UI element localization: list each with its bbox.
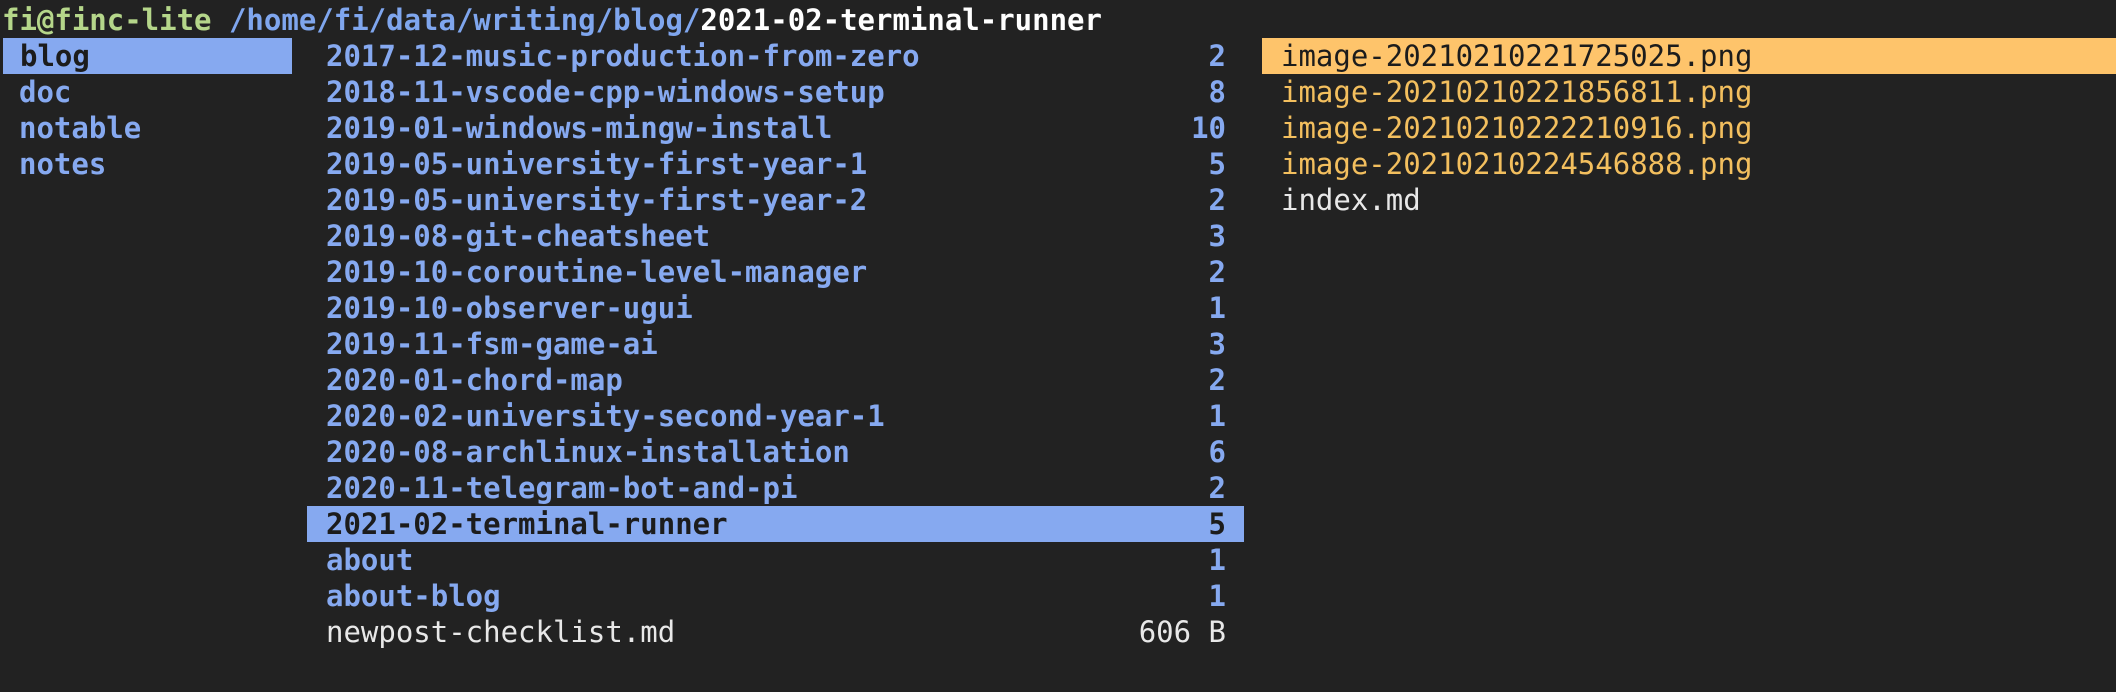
preview-entry[interactable]: image-20210210222210916.png xyxy=(1262,110,2116,146)
current-path: /home/fi/data/writing/blog/ xyxy=(211,3,701,37)
dir-entry[interactable]: 2017-12-music-production-from-zero 2 xyxy=(307,38,1244,74)
dir-entry-count: 1 xyxy=(1208,291,1226,325)
dir-entry-count: 6 xyxy=(1208,435,1226,469)
dir-entry[interactable]: newpost-checklist.md 606 B xyxy=(307,614,1244,650)
parent-dir-item[interactable]: doc xyxy=(0,74,292,110)
dir-entry-name: 2019-10-observer-ugui xyxy=(326,291,693,325)
preview-entry[interactable]: image-20210210221856811.png xyxy=(1262,74,2116,110)
dir-entry[interactable]: 2018-11-vscode-cpp-windows-setup 8 xyxy=(307,74,1244,110)
dir-entry[interactable]: 2019-10-coroutine-level-manager 2 xyxy=(307,254,1244,290)
dir-entry-name: about xyxy=(326,543,414,577)
dir-entry[interactable]: 2020-01-chord-map 2 xyxy=(307,362,1244,398)
dir-entry-count: 2 xyxy=(1208,183,1226,217)
dir-entry[interactable]: 2020-11-telegram-bot-and-pi 2 xyxy=(307,470,1244,506)
dir-entry[interactable]: about 1 xyxy=(307,542,1244,578)
preview-entry-name: image-20210210221856811.png xyxy=(1281,75,1753,109)
dir-entry-name: 2019-11-fsm-game-ai xyxy=(326,327,658,361)
preview-entry-name: image-20210210221725025.png xyxy=(1281,39,1753,73)
dir-entry[interactable]: 2020-08-archlinux-installation 6 xyxy=(307,434,1244,470)
dir-entry-name: 2020-08-archlinux-installation xyxy=(326,435,850,469)
dir-entry-count: 5 xyxy=(1208,507,1226,541)
dir-entry[interactable]: about-blog 1 xyxy=(307,578,1244,614)
dir-entry-count: 1 xyxy=(1208,543,1226,577)
dir-entry[interactable]: 2019-01-windows-mingw-install 10 xyxy=(307,110,1244,146)
preview-pane: image-20210210221725025.png image-2021021… xyxy=(1262,38,2116,218)
dir-entry-count: 3 xyxy=(1208,219,1226,253)
preview-entry-name: image-20210210224546888.png xyxy=(1281,147,1753,181)
dir-entry-count: 8 xyxy=(1208,75,1226,109)
dir-entry-name: 2020-02-university-second-year-1 xyxy=(326,399,885,433)
parent-directory-pane: blog doc notable notes xyxy=(0,38,292,182)
preview-entry[interactable]: image-20210210224546888.png xyxy=(1262,146,2116,182)
dir-entry[interactable]: 2019-10-observer-ugui 1 xyxy=(307,290,1244,326)
dir-entry-name: 2019-05-university-first-year-1 xyxy=(326,147,868,181)
user-host: fi@finc-lite xyxy=(2,3,212,37)
dir-entry-name: 2018-11-vscode-cpp-windows-setup xyxy=(326,75,885,109)
dir-entry-count: 2 xyxy=(1208,39,1226,73)
parent-dir-item-name: notes xyxy=(19,147,107,181)
current-directory-pane: 2017-12-music-production-from-zero 2 2018-… xyxy=(307,38,1244,650)
dir-entry-name: 2019-10-coroutine-level-manager xyxy=(326,255,868,289)
preview-entry[interactable]: image-20210210221725025.png xyxy=(1262,38,2116,74)
dir-entry-name: 2017-12-music-production-from-zero xyxy=(326,39,920,73)
dir-entry-name: 2019-08-git-cheatsheet xyxy=(326,219,711,253)
dir-entry[interactable]: 2019-05-university-first-year-1 5 xyxy=(307,146,1244,182)
dir-entry-count: 3 xyxy=(1208,327,1226,361)
dir-entry-count: 2 xyxy=(1208,255,1226,289)
title-bar: fi@finc-lite /home/fi/data/writing/blog/… xyxy=(2,2,1102,38)
preview-entry-name: image-20210210222210916.png xyxy=(1281,111,1753,145)
dir-entry[interactable]: 2019-05-university-first-year-2 2 xyxy=(307,182,1244,218)
dir-entry-name: newpost-checklist.md xyxy=(326,615,676,649)
dir-entry-name: 2020-01-chord-map xyxy=(326,363,623,397)
dir-entry-count: 5 xyxy=(1208,147,1226,181)
dir-entry[interactable]: 2019-08-git-cheatsheet 3 xyxy=(307,218,1244,254)
parent-dir-item[interactable]: blog xyxy=(3,38,292,74)
parent-dir-item[interactable]: notes xyxy=(0,146,292,182)
preview-entry-name: index.md xyxy=(1281,183,1421,217)
dir-entry-count: 10 xyxy=(1191,111,1226,145)
dir-entry[interactable]: 2020-02-university-second-year-1 1 xyxy=(307,398,1244,434)
dir-entry-name: 2021-02-terminal-runner xyxy=(326,507,728,541)
dir-entry-name: 2019-01-windows-mingw-install xyxy=(326,111,833,145)
dir-entry[interactable]: 2019-11-fsm-game-ai 3 xyxy=(307,326,1244,362)
dir-entry-count: 1 xyxy=(1208,399,1226,433)
current-directory: 2021-02-terminal-runner xyxy=(700,3,1102,37)
dir-entry-count: 1 xyxy=(1208,579,1226,613)
dir-entry-name: 2019-05-university-first-year-2 xyxy=(326,183,868,217)
parent-dir-item[interactable]: notable xyxy=(0,110,292,146)
dir-entry-count: 2 xyxy=(1208,471,1226,505)
dir-entry-count: 606 B xyxy=(1138,615,1226,649)
parent-dir-item-name: blog xyxy=(20,39,90,73)
preview-entry[interactable]: index.md xyxy=(1262,182,2116,218)
parent-dir-item-name: doc xyxy=(19,75,72,109)
parent-dir-item-name: notable xyxy=(19,111,142,145)
dir-entry-name: 2020-11-telegram-bot-and-pi xyxy=(326,471,798,505)
dir-entry[interactable]: 2021-02-terminal-runner 5 xyxy=(307,506,1244,542)
dir-entry-name: about-blog xyxy=(326,579,501,613)
dir-entry-count: 2 xyxy=(1208,363,1226,397)
